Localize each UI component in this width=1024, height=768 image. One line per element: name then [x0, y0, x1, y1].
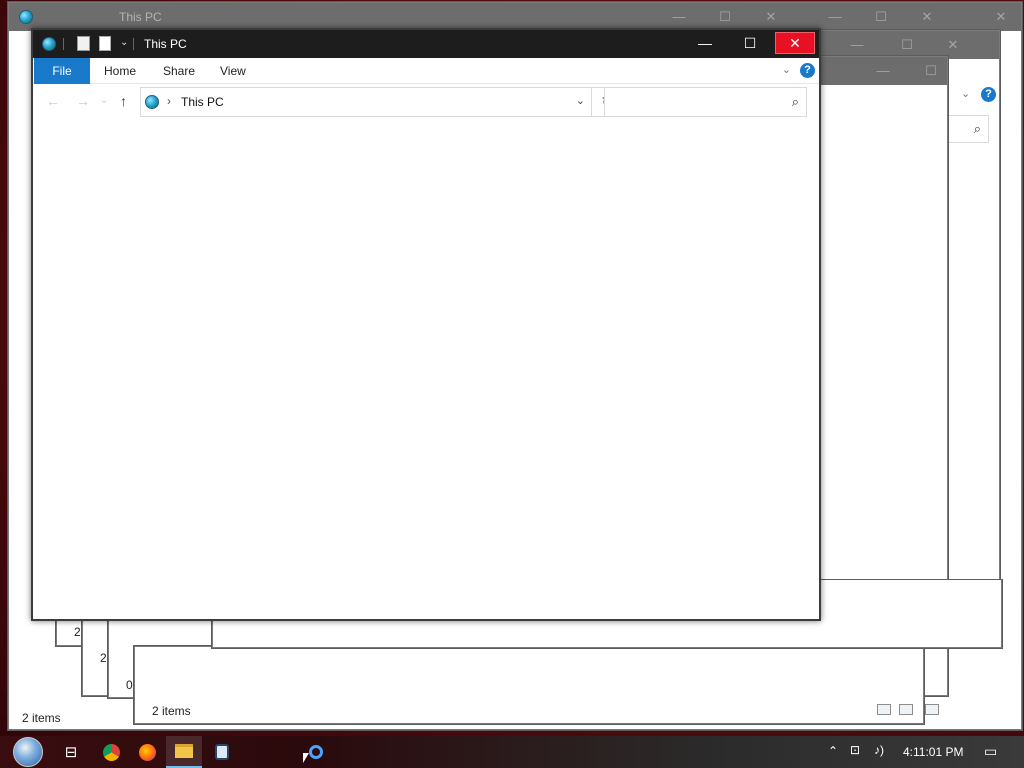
taskbar-app-chrome[interactable] — [93, 736, 129, 768]
windows-logo-icon — [13, 737, 43, 767]
pencil-icon[interactable]: ✎ — [982, 697, 995, 715]
close-button[interactable]: ✕ — [775, 32, 815, 54]
maximize-button[interactable]: ☐ — [730, 32, 770, 54]
task-view-button[interactable]: ⊟ — [53, 736, 89, 768]
search-input[interactable]: ⌕ — [604, 87, 807, 117]
minimize-icon[interactable]: — — [825, 7, 845, 27]
volume-icon[interactable]: ♪) — [874, 743, 884, 757]
details-view-icon[interactable] — [877, 704, 891, 715]
navigation-bar: ← → ⌄ ↑ › This PC ⌄ ↻ ⌕ — [33, 87, 819, 119]
minimize-icon[interactable]: — — [669, 7, 689, 27]
robot-icon — [215, 744, 229, 760]
maximize-icon[interactable]: ☐ — [897, 35, 917, 55]
tab-share[interactable]: Share — [163, 58, 195, 84]
address-bar[interactable]: › This PC ⌄ — [140, 87, 592, 117]
globe-icon — [42, 37, 56, 51]
arrow-left-icon[interactable]: ← — [46, 93, 60, 109]
status-item-count: 2 — [74, 625, 81, 639]
chevron-down-icon[interactable]: ⌄ — [782, 63, 791, 76]
background-window-titlebar[interactable]: This PC — ☐ ✕ — ☐ ✕ ✕ — [9, 3, 1021, 31]
taskbar-app-cortana[interactable] — [298, 736, 334, 768]
taskbar: ⊟ ⌃ ⊡ ♪) 4:11:01 PM ▭ — [0, 736, 1024, 768]
network-icon[interactable]: ⊡ — [850, 743, 860, 757]
background-window-5[interactable]: 2 items — [134, 646, 939, 724]
start-button[interactable] — [8, 736, 48, 768]
chrome-icon — [102, 743, 120, 761]
maximize-icon[interactable]: ☐ — [921, 61, 941, 81]
new-folder-icon[interactable] — [99, 36, 111, 51]
window-title: This PC — [144, 37, 187, 51]
minimize-icon[interactable]: — — [873, 61, 893, 81]
close-icon[interactable]: ✕ — [991, 7, 1011, 27]
search-icon: ⌕ — [791, 94, 799, 109]
search-icon: ⌕ — [973, 121, 981, 136]
minimize-button[interactable]: — — [685, 32, 725, 54]
background-window-title: This PC — [119, 10, 162, 24]
firefox-icon — [138, 743, 156, 761]
minimize-icon[interactable]: — — [847, 35, 867, 55]
globe-icon — [19, 10, 33, 24]
taskbar-app-file-explorer[interactable] — [166, 736, 202, 768]
close-icon[interactable]: ✕ — [917, 7, 937, 27]
window-titlebar[interactable]: ⌄ This PC — ☐ ✕ — [33, 30, 819, 58]
status-item-count: 2 items — [152, 704, 191, 718]
globe-icon — [145, 95, 159, 109]
tab-home[interactable]: Home — [104, 58, 136, 84]
taskbar-app-robot[interactable] — [204, 736, 240, 768]
cortana-icon — [309, 745, 323, 759]
chevron-down-icon[interactable]: ⌄ — [100, 95, 108, 106]
address-location[interactable]: This PC — [181, 95, 224, 109]
arrow-right-icon[interactable]: → — [76, 93, 90, 109]
chevron-up-icon[interactable]: ⌃ — [828, 744, 838, 758]
task-view-icon: ⊟ — [64, 744, 78, 761]
help-icon[interactable]: ? — [981, 87, 996, 102]
status-item-count: 2 items — [22, 711, 61, 725]
file-list-area[interactable] — [33, 122, 819, 619]
chevron-down-icon[interactable]: ⌄ — [576, 94, 585, 107]
chevron-right-icon[interactable]: › — [167, 94, 171, 108]
status-item-count: 2 — [100, 651, 107, 665]
properties-icon[interactable] — [77, 36, 90, 51]
ribbon: File Home Share View ⌄ ? — [33, 58, 819, 84]
notifications-icon[interactable]: ▭ — [984, 743, 997, 760]
mouse-cursor — [303, 753, 309, 763]
chevron-down-icon[interactable]: ⌄ — [120, 37, 128, 48]
maximize-icon[interactable]: ☐ — [715, 7, 735, 27]
close-icon[interactable]: ✕ — [761, 7, 781, 27]
quick-access-divider — [63, 38, 64, 50]
file-explorer-window[interactable]: ⌄ This PC — ☐ ✕ File Home Share View ⌄ ?… — [31, 28, 821, 621]
tab-file[interactable]: File — [34, 58, 90, 84]
maximize-icon[interactable]: ☐ — [871, 7, 891, 27]
taskbar-app-firefox[interactable] — [129, 736, 165, 768]
help-button[interactable]: ? — [800, 63, 815, 78]
tab-view[interactable]: View — [220, 58, 246, 84]
large-icons-view-icon[interactable] — [899, 704, 913, 715]
clock[interactable]: 4:11:01 PM — [903, 745, 963, 759]
folder-icon — [175, 744, 193, 758]
large-icons-view-icon[interactable] — [925, 704, 939, 715]
quick-access-divider — [133, 38, 134, 50]
close-icon[interactable]: ✕ — [943, 35, 963, 55]
arrow-up-icon[interactable]: ↑ — [120, 93, 127, 109]
chevron-down-icon[interactable]: ⌄ — [961, 87, 970, 100]
